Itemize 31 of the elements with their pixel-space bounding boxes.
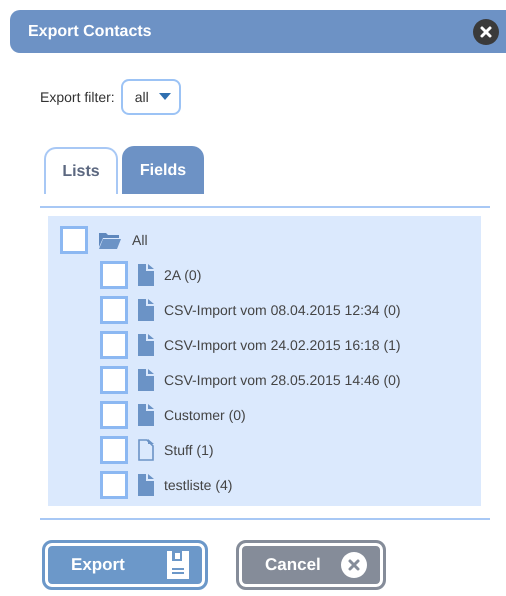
- document-icon: [138, 474, 154, 496]
- tree-item[interactable]: Stuff (1): [164, 442, 214, 458]
- tree-item[interactable]: CSV-Import vom 28.05.2015 14:46 (0): [164, 372, 401, 388]
- document-icon: [138, 368, 154, 390]
- document-icon: [138, 438, 154, 460]
- checkbox[interactable]: [60, 226, 88, 254]
- close-icon: [341, 552, 367, 578]
- checkbox[interactable]: [100, 366, 128, 394]
- caret-icon: [158, 93, 171, 101]
- filter-dropdown[interactable]: all: [120, 79, 181, 115]
- tree-item[interactable]: testliste (4): [164, 476, 232, 492]
- tree-item[interactable]: 2A (0): [164, 266, 202, 282]
- close-icon[interactable]: [472, 18, 500, 46]
- save-icon: [167, 551, 189, 579]
- checkbox[interactable]: [100, 470, 128, 498]
- filter-label: Export filter:: [40, 89, 115, 105]
- checkbox[interactable]: [100, 400, 128, 428]
- tree-item[interactable]: CSV-Import vom 08.04.2015 12:34 (0): [164, 302, 401, 318]
- document-icon: [138, 334, 154, 356]
- document-icon: [138, 298, 154, 320]
- document-icon: [138, 264, 154, 286]
- tree-item[interactable]: Customer (0): [164, 406, 246, 422]
- checkbox[interactable]: [100, 296, 128, 324]
- checkbox[interactable]: [100, 436, 128, 464]
- tab[interactable]: Lists: [44, 147, 118, 194]
- tree-item[interactable]: CSV-Import vom 24.02.2015 16:18 (1): [164, 336, 401, 352]
- checkbox[interactable]: [100, 260, 128, 288]
- document-icon: [138, 404, 154, 426]
- checkbox[interactable]: [100, 330, 128, 358]
- tree-item[interactable]: All: [132, 232, 148, 248]
- window-title: Export Contacts: [28, 22, 152, 40]
